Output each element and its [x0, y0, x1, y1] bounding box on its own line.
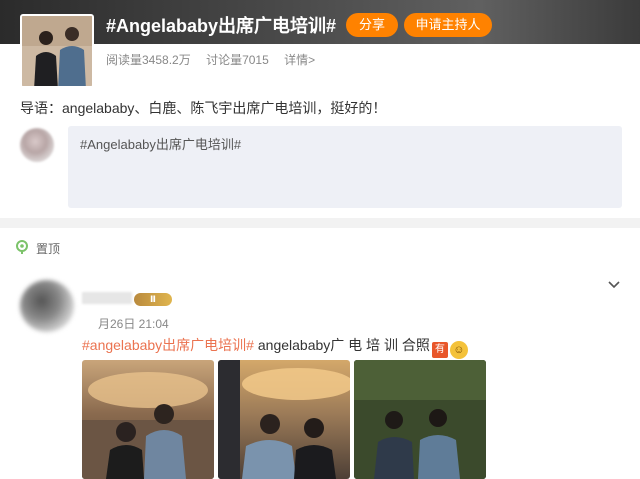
discuss-count: 讨论量7015 — [206, 53, 269, 67]
apply-host-button[interactable]: 申请主持人 — [404, 13, 492, 37]
emoji-face-icon: ☺ — [449, 341, 468, 359]
topic-stats: 阅读量3458.2万 讨论量7015 详情> — [106, 51, 327, 68]
post-text: #angelababy出席广电培训# angelababy广 电 培 训 合照有… — [82, 335, 468, 359]
topic-intro: 导语：angelababy、白鹿、陈飞宇出席广电培训，挺好的！ — [20, 100, 387, 116]
post-author-avatar[interactable] — [20, 280, 74, 332]
pinned-label: 置顶 — [36, 242, 61, 256]
chevron-down-icon[interactable] — [606, 276, 622, 292]
emoji-badge: 有 — [431, 342, 448, 358]
vip-badge: Ⅱ — [134, 293, 172, 306]
post-photo-2[interactable] — [218, 360, 350, 479]
post-hashtag[interactable]: #angelababy出席广电培训# — [82, 337, 254, 353]
composer-text: #Angelababy出席广电培训# — [80, 137, 242, 152]
pin-icon — [16, 240, 28, 254]
detail-link[interactable]: 详情> — [284, 53, 315, 67]
post-author-name[interactable] — [82, 292, 132, 304]
post-photo-3[interactable] — [354, 360, 486, 479]
topic-cover-image — [20, 14, 94, 88]
topic-title: #Angelababy出席广电培训# — [106, 16, 337, 36]
share-button[interactable]: 分享 — [346, 13, 398, 37]
composer-avatar — [20, 128, 54, 162]
post-photo-1[interactable] — [82, 360, 214, 479]
post-body: angelababy广 电 培 训 合照 — [253, 337, 430, 353]
post-time[interactable]: 月26日 21:04 — [98, 315, 169, 332]
read-count: 阅读量3458.2万 — [106, 53, 191, 67]
